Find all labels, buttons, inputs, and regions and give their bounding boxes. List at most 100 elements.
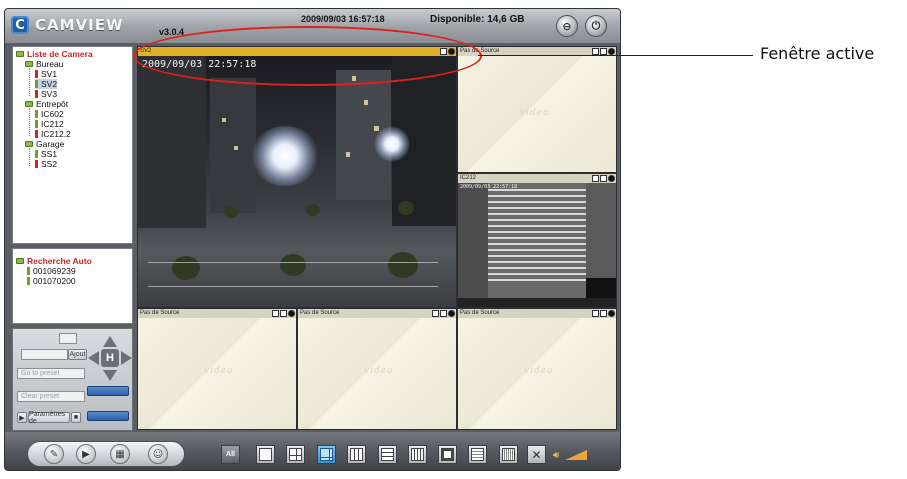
users-button[interactable]: ☺: [148, 444, 168, 464]
minimize-button[interactable]: ⊖: [556, 15, 578, 37]
video-cell-empty[interactable]: Pas de Source video: [138, 309, 296, 429]
record-icon[interactable]: [608, 175, 615, 182]
layout-6-button[interactable]: [317, 445, 336, 464]
lock-icon[interactable]: [600, 310, 607, 317]
disk-space: Disponible: 14,6 GB: [430, 14, 525, 25]
calendar-icon: ▦: [115, 448, 125, 460]
auto-search-device[interactable]: 001070200: [27, 276, 76, 286]
camera-tree-root[interactable]: Liste de Camera: [16, 49, 93, 59]
video-cell-ic212[interactable]: IC212 2009/09/03 22:57:18: [458, 174, 616, 307]
play-icon: ▶: [82, 448, 90, 460]
no-source-placeholder: video: [138, 318, 296, 429]
video-cell-empty[interactable]: Pas de Source video: [458, 47, 616, 172]
tree-group[interactable]: Bureau: [25, 59, 63, 69]
ptz-direction-pad[interactable]: H: [87, 336, 133, 382]
video-cell-empty[interactable]: Pas de Source video: [458, 309, 616, 429]
auto-search-root[interactable]: Recherche Auto: [16, 256, 92, 266]
playback-button[interactable]: ▶: [76, 444, 96, 464]
play-tour-button[interactable]: ▶: [17, 412, 27, 423]
settings-wrench-button[interactable]: ✎: [44, 444, 64, 464]
arrow-left-icon[interactable]: [88, 351, 99, 365]
layout-13-button[interactable]: [408, 445, 427, 464]
tree-group[interactable]: Entrepôt: [25, 99, 68, 109]
lock-icon[interactable]: [600, 48, 607, 55]
record-icon[interactable]: [608, 310, 615, 317]
snapshot-icon[interactable]: [592, 48, 599, 55]
schedule-button[interactable]: ▦: [110, 444, 130, 464]
layout-grid-icon: [320, 448, 333, 461]
arrow-right-icon[interactable]: [121, 351, 132, 365]
cell-title: Pas de Source: [300, 310, 340, 316]
power-button[interactable]: ⏻: [585, 15, 607, 37]
camera-label: IC602: [41, 109, 64, 119]
camera-label: IC212: [41, 119, 64, 129]
layout-25-button[interactable]: [468, 445, 487, 464]
record-icon[interactable]: [608, 48, 615, 55]
active-window-highlight: [133, 26, 482, 86]
settings-button[interactable]: Paramètres de: [28, 411, 70, 425]
camera-label: SV3: [41, 89, 58, 99]
snapshot-icon[interactable]: [272, 310, 279, 317]
tree-camera[interactable]: IC212.2: [35, 129, 71, 139]
tool-group: ✎ ▶ ▦ ☺: [27, 441, 185, 467]
camera-icon: [35, 150, 38, 158]
lock-icon[interactable]: [440, 310, 447, 317]
cell-title: Pas de Source: [140, 310, 180, 316]
video-cell-sv2[interactable]: SV2 2009/09/03 22:57:18: [138, 47, 456, 307]
lock-icon[interactable]: [280, 310, 287, 317]
no-source-placeholder: video: [458, 56, 616, 172]
app-name: CAMVIEW: [35, 16, 124, 34]
lock-icon[interactable]: [600, 175, 607, 182]
record-icon[interactable]: [448, 310, 455, 317]
tree-camera[interactable]: IC602: [35, 109, 64, 119]
app-logo: C CAMVIEW: [11, 13, 135, 37]
arrow-up-icon[interactable]: [103, 336, 117, 347]
layout-grid-icon: [289, 448, 302, 461]
group-label: Entrepôt: [36, 99, 69, 109]
snapshot-icon[interactable]: [592, 175, 599, 182]
volume-slider[interactable]: [565, 450, 587, 460]
layout-all-button[interactable]: All: [221, 445, 240, 464]
layout-36-button[interactable]: [499, 445, 518, 464]
snapshot-icon[interactable]: [432, 310, 439, 317]
tree-camera[interactable]: SS1: [35, 149, 57, 159]
tree-camera[interactable]: IC212: [35, 119, 64, 129]
fullscreen-button[interactable]: ✕: [527, 445, 546, 464]
preset-name-input[interactable]: [21, 349, 68, 360]
layout-grid-icon: [471, 448, 484, 461]
tree-camera[interactable]: SV1: [35, 69, 57, 79]
clear-preset-select[interactable]: Clear preset: [17, 391, 85, 402]
video-watermark: video: [524, 366, 554, 376]
camera-icon: [27, 277, 30, 285]
tree-root-label: Recherche Auto: [27, 256, 92, 266]
camera-icon: [35, 120, 38, 128]
layout-9-button[interactable]: [347, 445, 366, 464]
layout-10-button[interactable]: [378, 445, 397, 464]
home-icon[interactable]: H: [101, 349, 119, 367]
layout-grid-icon: [350, 448, 363, 461]
stop-tour-button[interactable]: ■: [71, 412, 81, 423]
device-label: 001070200: [33, 276, 76, 286]
tree-group[interactable]: Garage: [25, 139, 64, 149]
ptz-apply-button[interactable]: [87, 386, 129, 396]
record-icon[interactable]: [288, 310, 295, 317]
live-video-sv2: 2009/09/03 22:57:18: [138, 56, 456, 307]
folder-icon: [25, 101, 33, 107]
tree-camera[interactable]: SV3: [35, 89, 57, 99]
cell-title: Pas de Source: [460, 310, 500, 316]
video-cell-empty[interactable]: Pas de Source video: [298, 309, 456, 429]
auto-search-device[interactable]: 001069239: [27, 266, 76, 276]
layout-4-button[interactable]: [286, 445, 305, 464]
camera-icon: [35, 90, 38, 98]
goto-preset-select[interactable]: Go to preset: [17, 368, 85, 379]
tree-camera[interactable]: SV2: [35, 79, 58, 89]
snapshot-icon[interactable]: [592, 310, 599, 317]
layout-1-button[interactable]: [256, 445, 275, 464]
ptz-save-button[interactable]: [87, 411, 129, 421]
layout-16-button[interactable]: [438, 445, 457, 464]
arrow-down-icon[interactable]: [103, 370, 117, 381]
volume-icon[interactable]: 🔊︎: [553, 450, 559, 461]
speed-selector[interactable]: [59, 333, 77, 344]
add-preset-button[interactable]: Ajout: [68, 349, 87, 360]
tree-camera[interactable]: SS2: [35, 159, 57, 169]
